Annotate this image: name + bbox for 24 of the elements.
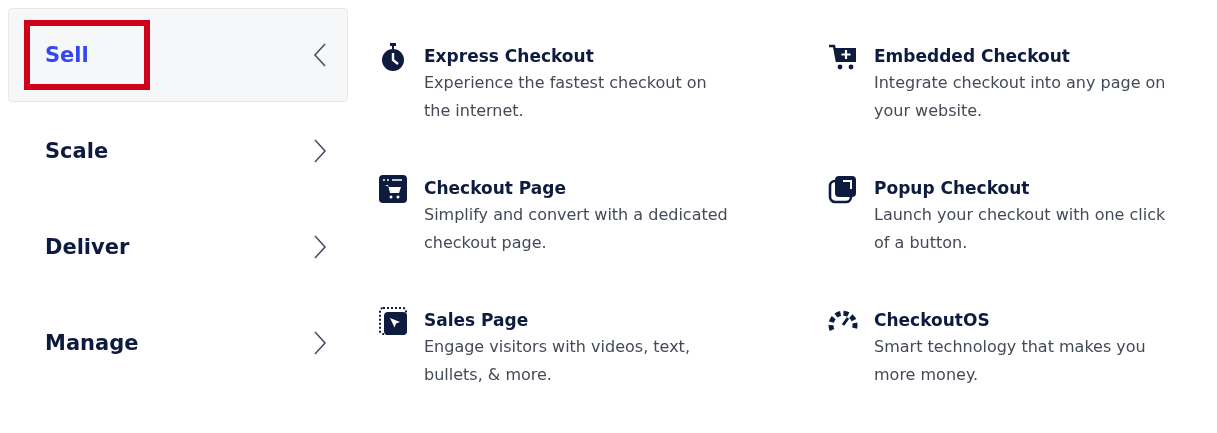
product-link[interactable]: Checkout Page	[424, 178, 734, 198]
product-description: Simplify and convert with a dedicated checkout page.	[424, 204, 729, 254]
product-description: Integrate checkout into any page on your website.	[874, 72, 1167, 122]
chevron-icon	[313, 138, 327, 164]
overlapping-squares-icon	[828, 174, 858, 204]
product-link[interactable]: Popup Checkout	[874, 178, 1184, 198]
product-description: Smart technology that makes you more money.	[874, 336, 1147, 386]
chevron-icon	[313, 330, 327, 356]
menu-item[interactable]: Scale	[8, 104, 348, 198]
menu-item[interactable]: Manage	[8, 296, 348, 390]
product-description: Experience the fastest checkout on the internet.	[424, 72, 708, 122]
product-description: Launch your checkout with one click of a button.	[874, 204, 1167, 254]
chevron-icon	[313, 42, 327, 68]
product-description: Engage visitors with videos, text, bullets, & more.	[424, 336, 691, 386]
cursor-window-icon	[378, 306, 408, 336]
menu-item[interactable]: Sell	[8, 8, 348, 102]
cart-icon	[828, 42, 858, 72]
product-link[interactable]: Embedded Checkout	[874, 46, 1184, 66]
chevron-icon	[313, 234, 327, 260]
menu-item[interactable]: Deliver	[8, 200, 348, 294]
browser-cart-icon	[378, 174, 408, 204]
product-link[interactable]: Sales Page	[424, 310, 734, 330]
product-link[interactable]: CheckoutOS	[874, 310, 1184, 330]
product-link[interactable]: Express Checkout	[424, 46, 734, 66]
